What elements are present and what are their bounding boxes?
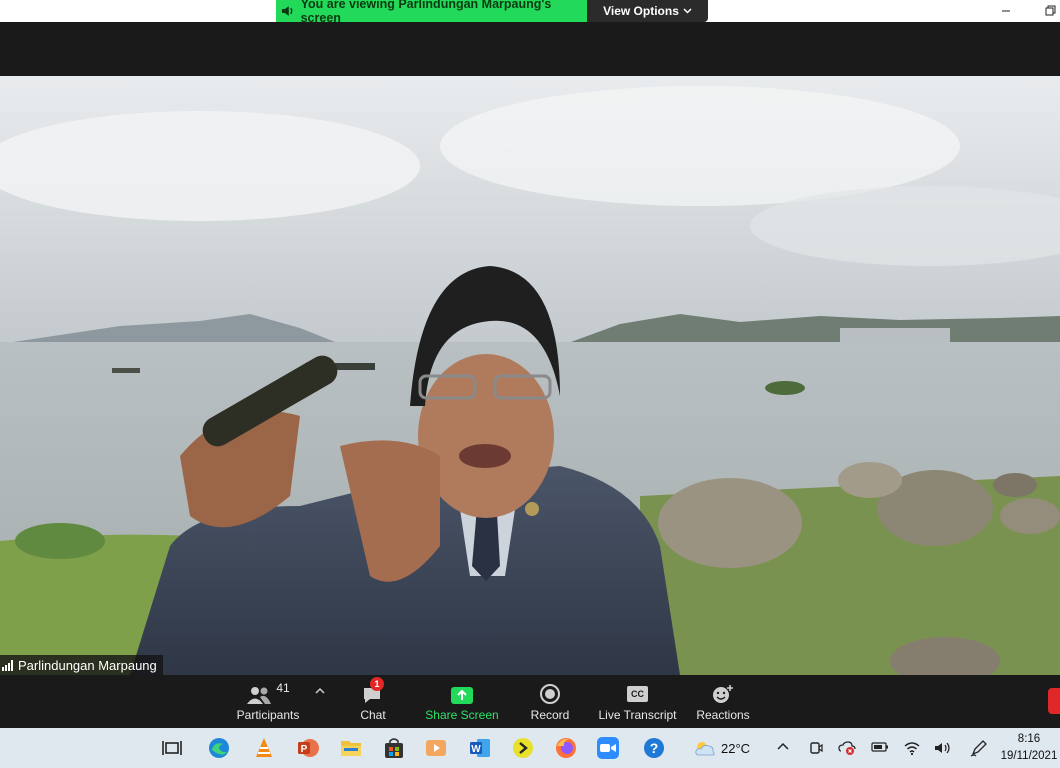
windows-taskbar: P W ? 22°C 8:16 19/11/2021 (0, 728, 1060, 768)
weather-temperature: 22°C (721, 740, 751, 756)
wifi-icon[interactable] (903, 740, 921, 756)
chat-label: Chat (360, 708, 386, 722)
weather-widget[interactable]: 22°C (694, 728, 750, 768)
zoom-icon[interactable] (596, 736, 620, 760)
shared-screen-video: Parlindungan Marpaung (0, 76, 1060, 675)
live-transcript-label: Live Transcript (598, 708, 677, 722)
chat-button[interactable]: 1 Chat (350, 675, 396, 728)
chat-unread-badge: 1 (370, 677, 384, 691)
system-clock[interactable]: 8:16 19/11/2021 (998, 731, 1060, 765)
viewing-banner: You are viewing Parlindungan Marpaung's … (276, 0, 587, 25)
minimize-icon[interactable] (998, 3, 1014, 19)
meet-now-icon[interactable] (808, 740, 824, 756)
participants-icon (247, 687, 272, 704)
signal-strength-icon (2, 659, 13, 671)
word-icon[interactable]: W (468, 736, 492, 760)
view-options-label: View Options (603, 4, 679, 18)
video-top-strip (0, 22, 1060, 76)
pen-icon[interactable] (970, 739, 988, 757)
onedrive-error-icon[interactable] (838, 740, 856, 756)
end-meeting-button[interactable] (1048, 688, 1060, 714)
file-explorer-icon[interactable] (339, 736, 363, 760)
store-icon[interactable] (382, 736, 406, 760)
cloud-icon (695, 742, 715, 756)
view-options-button[interactable]: View Options (587, 0, 708, 22)
powerpoint-icon[interactable]: P (296, 736, 320, 760)
participants-count: 41 (276, 681, 290, 695)
share-screen-label: Share Screen (425, 708, 499, 722)
show-hidden-icons-chevron-icon[interactable] (777, 742, 789, 750)
chevron-down-icon (683, 8, 692, 14)
record-button[interactable]: Record (525, 675, 575, 728)
vlc-icon[interactable] (252, 736, 276, 760)
participants-button[interactable]: 41 Participants (232, 675, 304, 728)
speaker-name-tag: Parlindungan Marpaung (0, 655, 163, 675)
participants-label: Participants (236, 708, 300, 722)
live-transcript-button[interactable]: CC Live Transcript (595, 675, 680, 728)
record-label: Record (530, 708, 570, 722)
volume-icon[interactable] (933, 740, 951, 756)
record-icon (540, 684, 560, 704)
firefox-icon[interactable] (554, 736, 578, 760)
svg-text:?: ? (650, 740, 659, 756)
help-icon[interactable]: ? (642, 736, 666, 760)
task-view-icon[interactable] (160, 736, 184, 760)
svg-text:W: W (471, 744, 481, 755)
closed-captions-icon: CC (627, 686, 648, 702)
speaker-icon (281, 6, 293, 16)
clock-time: 8:16 (1017, 733, 1041, 745)
media-player-icon[interactable] (424, 736, 448, 760)
reactions-label: Reactions (696, 708, 750, 722)
participants-chevron-up-icon[interactable] (315, 687, 325, 694)
meeting-controls-bar: 41 Participants 1 Chat Share Screen Reco… (0, 675, 1060, 728)
restore-icon[interactable] (1042, 3, 1058, 19)
share-screen-icon (451, 687, 473, 704)
edge-icon[interactable] (207, 736, 231, 760)
app-arrow-icon[interactable] (511, 736, 535, 760)
svg-text:P: P (301, 744, 308, 755)
battery-icon[interactable] (871, 741, 889, 753)
share-screen-button[interactable]: Share Screen (422, 675, 502, 728)
reactions-button[interactable]: Reactions (694, 675, 752, 728)
clock-date: 19/11/2021 (1000, 750, 1058, 762)
video-frame-image (0, 76, 1060, 675)
speaker-name: Parlindungan Marpaung (18, 657, 157, 673)
reactions-icon (713, 685, 733, 703)
top-bar: You are viewing Parlindungan Marpaung's … (0, 0, 1060, 25)
